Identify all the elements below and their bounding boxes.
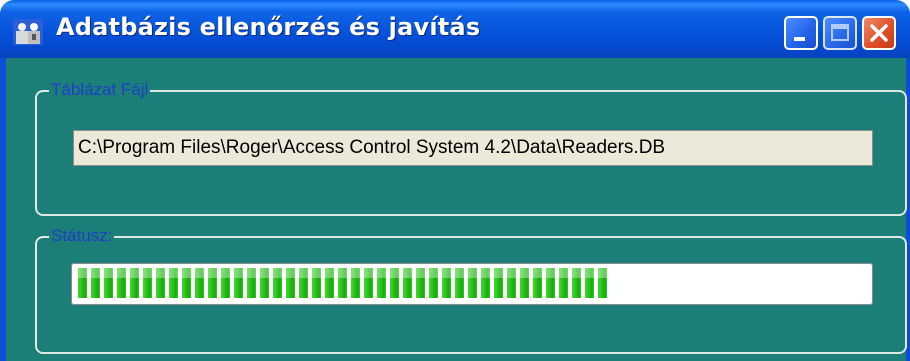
window-title: Adatbázis ellenőrzés és javítás — [56, 13, 481, 41]
file-path-field[interactable]: C:\Program Files\Roger\Access Control Sy… — [73, 130, 873, 166]
maximize-button[interactable] — [823, 16, 857, 50]
close-icon — [870, 24, 888, 42]
status-groupbox: Státusz: — [35, 226, 907, 354]
users-icon — [13, 19, 43, 45]
file-group-label: Táblázat Fájl — [49, 80, 151, 100]
maximize-icon — [831, 24, 849, 41]
progress-bar — [71, 263, 873, 305]
close-button[interactable] — [862, 16, 896, 50]
minimize-icon — [794, 37, 805, 41]
file-groupbox: Táblázat Fájl C:\Program Files\Roger\Acc… — [35, 80, 907, 216]
app-window: Adatbázis ellenőrzés és javítás Táblázat… — [0, 0, 910, 361]
title-bar[interactable]: Adatbázis ellenőrzés és javítás — [0, 0, 910, 58]
progress-fill — [76, 268, 609, 298]
status-group-label: Státusz: — [49, 226, 115, 246]
minimize-button[interactable] — [784, 16, 818, 50]
client-area: Táblázat Fájl C:\Program Files\Roger\Acc… — [0, 58, 910, 361]
